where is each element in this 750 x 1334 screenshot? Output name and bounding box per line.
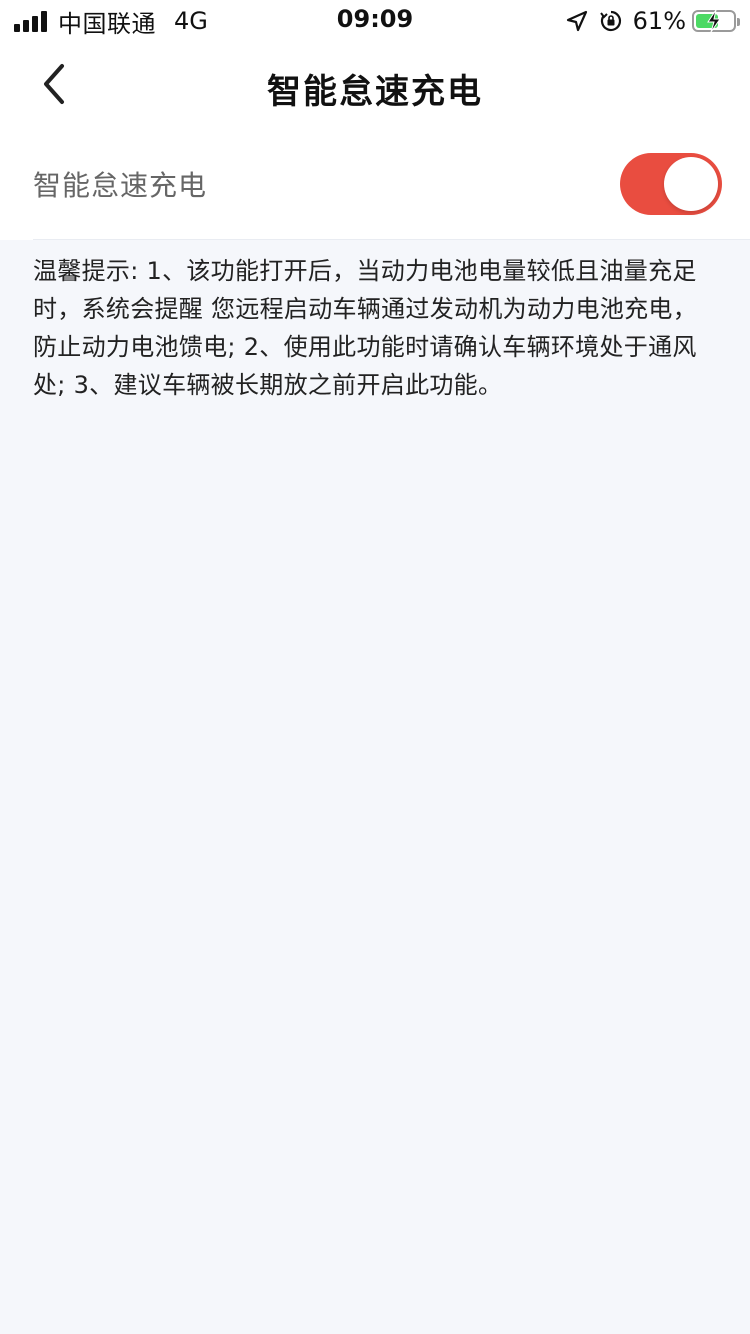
- status-bar: 中国联通 4G 09:09 61%: [0, 0, 750, 44]
- nav-bar: 智能怠速充电: [0, 44, 750, 128]
- battery-percent: 61%: [632, 7, 686, 35]
- status-right: 61%: [565, 6, 740, 36]
- screen: 中国联通 4G 09:09 61% 智能怠速充电 智能怠速充电 温馨提示: 1、…: [0, 0, 750, 1334]
- page-title: 智能怠速充电: [267, 72, 483, 112]
- tip-text: 温馨提示: 1、该功能打开后，当动力电池电量较低且油量充足时，系统会提醒 您远程…: [33, 257, 698, 399]
- divider: [33, 239, 750, 240]
- idle-charging-toggle[interactable]: [620, 153, 722, 215]
- setting-label: 智能怠速充电: [33, 169, 208, 202]
- orientation-lock-icon: [599, 9, 623, 33]
- setting-row-idle-charging: 智能怠速充电: [0, 128, 750, 240]
- location-icon: [565, 9, 589, 33]
- toggle-knob: [664, 157, 718, 211]
- battery-charging-icon: [692, 10, 740, 32]
